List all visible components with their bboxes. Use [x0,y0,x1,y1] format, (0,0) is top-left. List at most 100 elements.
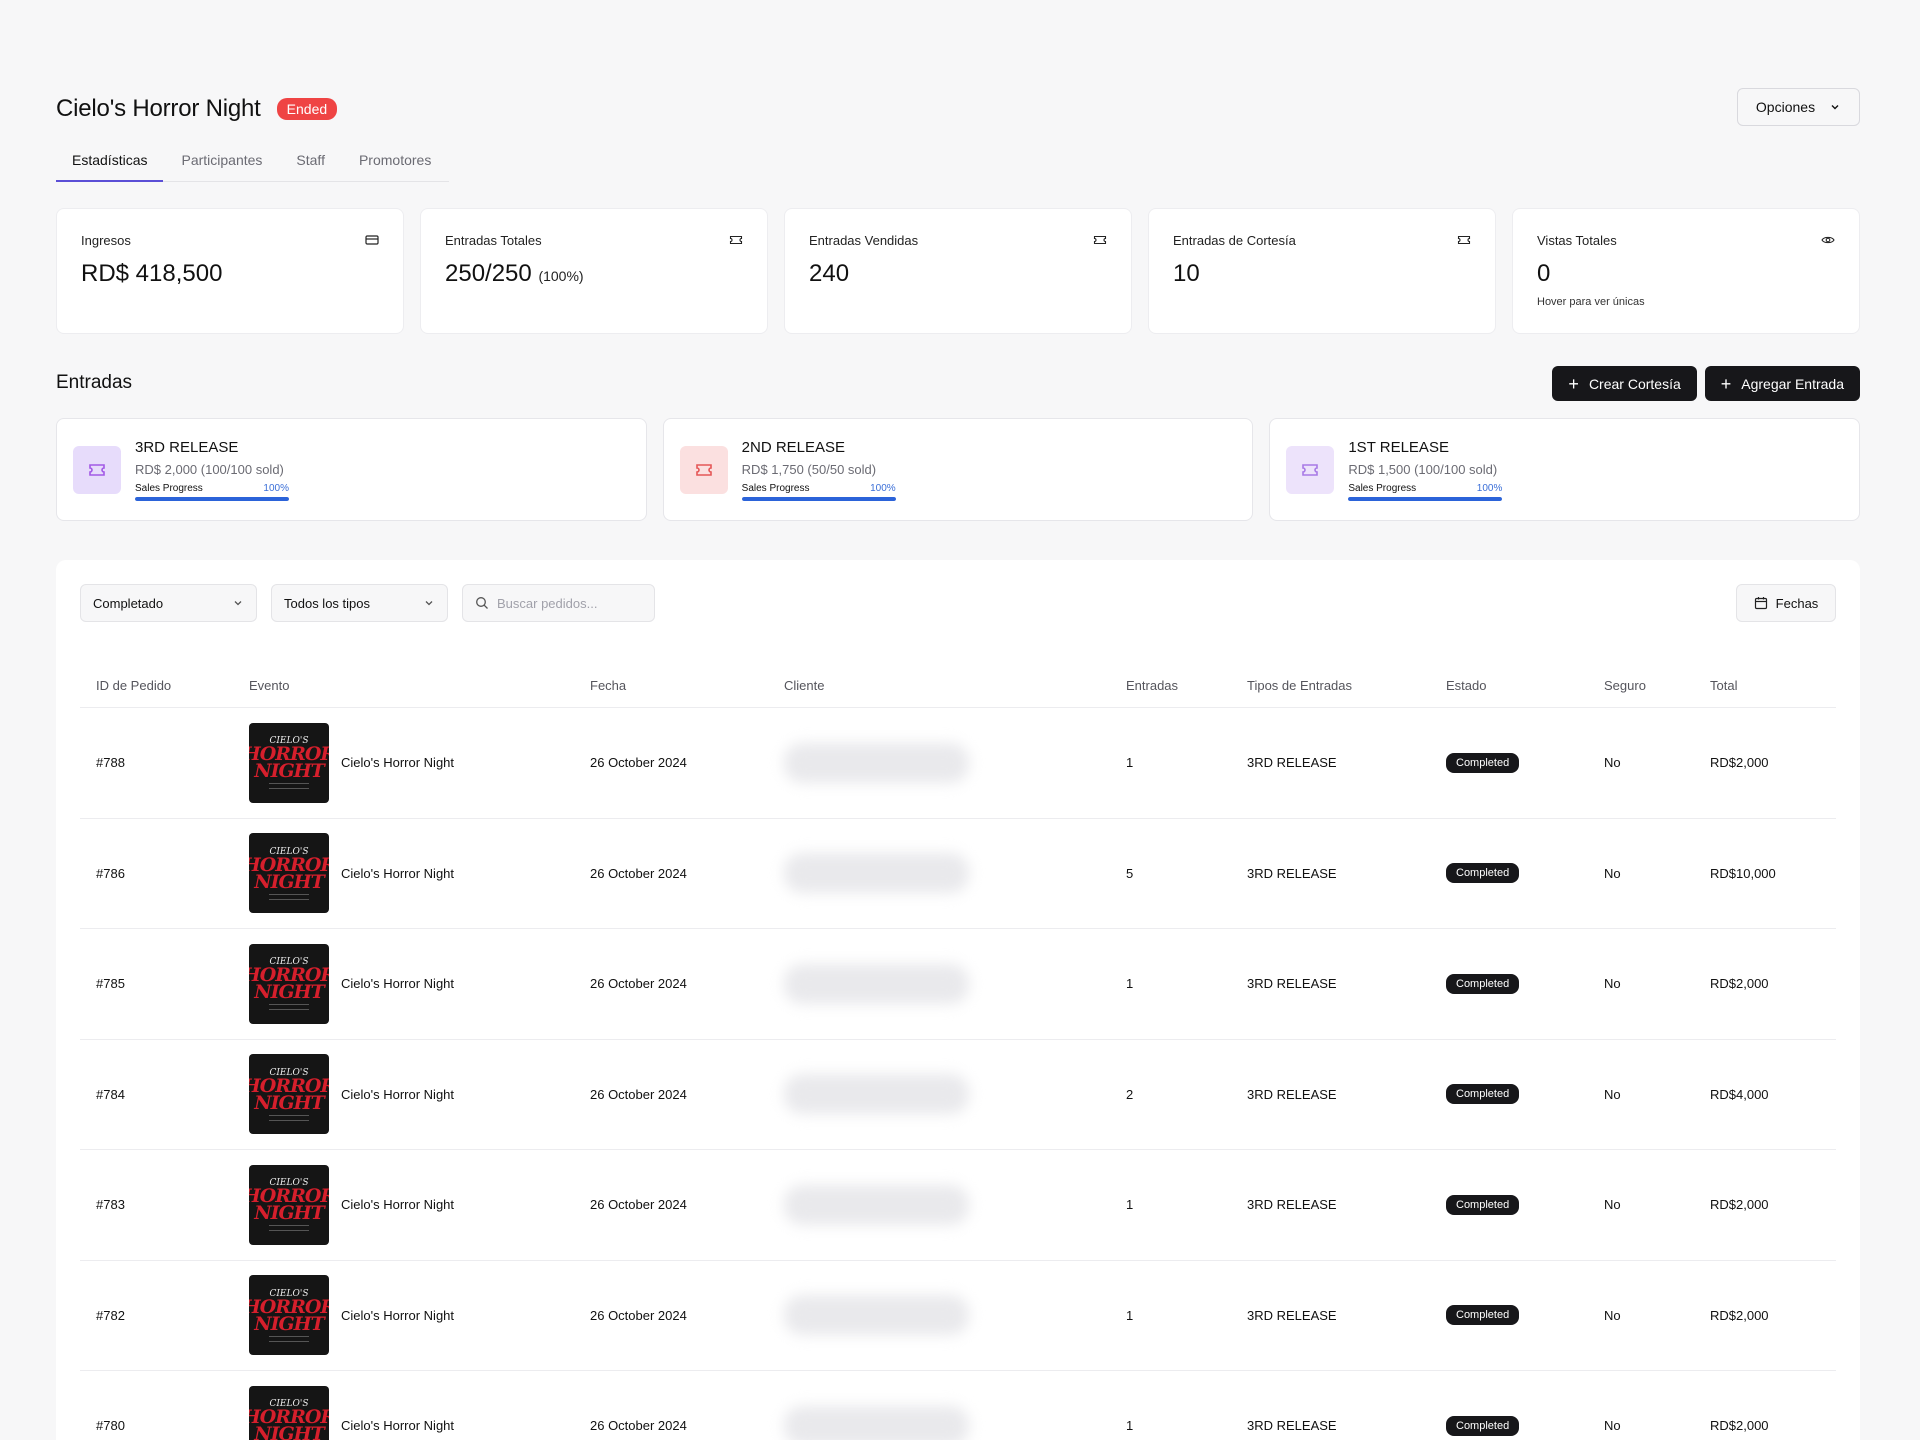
insurance: No [1588,818,1694,929]
stat-value: 0 [1537,260,1551,287]
options-dropdown[interactable]: Opciones [1737,88,1860,126]
ticket-quantity: 2 [1110,1039,1231,1150]
order-id[interactable]: #788 [80,707,233,819]
event-name: Cielo's Horror Night [341,865,455,881]
event-cell: CIELO'SHORROR NIGHT Cielo's Horror Night [233,1260,574,1371]
order-date: 26 October 2024 [574,707,768,819]
stat-card-entradas-vendidas: Entradas Vendidas 240 [784,208,1132,334]
search-input[interactable] [497,595,637,611]
orders-panel: Completado Todos los tipos Fechas [56,560,1860,1440]
status-badge: Completed [1446,973,1520,994]
status-filter-select[interactable]: Completado [80,584,257,622]
entradas-actions: + Crear Cortesía + Agregar Entrada [1552,366,1860,401]
orders-table-body: #788CIELO'SHORROR NIGHTCielo's Horror Ni… [80,707,1836,1440]
table-row[interactable]: #782CIELO'SHORROR NIGHT Cielo's Horror Ni… [80,1260,1836,1371]
tab-promotores[interactable]: Promotores [343,146,447,181]
ticket-card-1st-release[interactable]: 1ST RELEASE RD$ 1,500 (100/100 sold) Sal… [1269,418,1861,521]
event-cell: CIELO'SHORROR NIGHT Cielo's Horror Night [233,707,574,819]
event-thumbnail: CIELO'SHORROR NIGHT [249,1275,329,1356]
order-date: 26 October 2024 [574,928,768,1040]
status-badge: Completed [1446,1194,1520,1215]
table-row[interactable]: #786CIELO'SHORROR NIGHT Cielo's Horror Ni… [80,818,1836,929]
ticket-type: 3RD RELEASE [1231,1039,1430,1150]
column-header: Estado [1430,678,1588,708]
event-thumbnail: CIELO'SHORROR NIGHT [249,833,329,914]
table-row[interactable]: #784CIELO'SHORROR NIGHT Cielo's Horror Ni… [80,1039,1836,1150]
dates-filter-button[interactable]: Fechas [1736,584,1836,622]
calendar-icon [1754,597,1767,610]
status-badge: Completed [1446,1084,1520,1105]
ticket-card-3rd-release[interactable]: 3RD RELEASE RD$ 2,000 (100/100 sold) Sal… [56,418,647,521]
stat-label: Vistas Totales [1537,233,1617,248]
column-header: Total [1694,678,1836,708]
insurance: No [1588,1370,1694,1440]
progress-bar [1348,496,1503,501]
order-date: 26 October 2024 [574,1260,768,1371]
order-date: 26 October 2024 [574,1149,768,1261]
progress-percent: 100% [870,482,896,494]
table-row[interactable]: #780 CIELO'SHORROR NIGHT Cielo's Horror Ni… [80,1370,1836,1440]
stat-card-vistas-totales[interactable]: Vistas Totales 0 Hover para ver únicas [1512,208,1860,334]
order-total: RD$2,000 [1694,707,1836,819]
stat-hint: Hover para ver únicas [1537,296,1645,308]
search-icon [476,597,488,609]
insurance: No [1588,1149,1694,1261]
plus-icon: + [1720,373,1732,394]
column-header: Fecha [574,678,768,708]
search-box [462,584,655,622]
order-total: RD$2,000 [1694,1370,1836,1440]
table-row[interactable]: #785CIELO'SHORROR NIGHT Cielo's Horror Ni… [80,928,1836,1040]
stat-label: Entradas Vendidas [809,233,919,248]
add-ticket-button[interactable]: + Agregar Entrada [1704,366,1860,401]
progress-label: Sales Progress [741,482,810,494]
order-id[interactable]: #786 [80,818,233,929]
column-header: ID de Pedido [80,678,233,708]
progress-bar [135,496,289,501]
ticket-card-2nd-release[interactable]: 2ND RELEASE RD$ 1,750 (50/50 sold) Sales… [662,418,1254,521]
page-header: Cielo's Horror Night Ended Opciones [56,84,1860,134]
order-id[interactable]: #783 [80,1149,233,1261]
stat-value: 10 [1173,260,1200,287]
ticket-quantity: 1 [1110,1370,1231,1440]
event-name: Cielo's Horror Night [341,1197,455,1213]
ticket-type-icon [73,445,121,494]
table-row[interactable]: #788CIELO'SHORROR NIGHT Cielo's Horror Ni… [80,707,1836,819]
ticket-name: 3RD RELEASE [135,438,239,456]
ticket-quantity: 1 [1110,928,1231,1040]
event-name: Cielo's Horror Night [341,976,455,992]
order-id[interactable]: #782 [80,1260,233,1371]
table-row[interactable]: #783CIELO'SHORROR NIGHT Cielo's Horror Ni… [80,1149,1836,1261]
stat-label: Entradas Totales [445,233,542,248]
event-thumbnail: CIELO'SHORROR NIGHT [249,1054,329,1135]
stats-row: Ingresos RD$ 418,500 Entradas Totales 25… [56,208,1860,334]
type-filter-select[interactable]: Todos los tipos [271,584,448,622]
order-id[interactable]: #784 [80,1039,233,1150]
order-id[interactable]: #780 [80,1370,233,1440]
ticket-type: 3RD RELEASE [1231,707,1430,819]
tab-staff[interactable]: Staff [280,146,341,181]
customer-cell-blurred [768,707,1110,819]
column-header: Tipos de Entradas [1231,678,1430,708]
event-cell: CIELO'SHORROR NIGHT Cielo's Horror Night [233,1039,574,1150]
ticket-icon [729,235,743,245]
ticket-price: RD$ 2,000 (100/100 sold) [135,461,284,477]
ticket-icon [1093,235,1107,245]
order-total: RD$2,000 [1694,1149,1836,1261]
customer-cell-blurred [768,1039,1110,1150]
tab-participantes[interactable]: Participantes [165,146,278,181]
ticket-price: RD$ 1,750 (50/50 sold) [741,461,877,477]
order-total: RD$4,000 [1694,1039,1836,1150]
ticket-quantity: 1 [1110,1260,1231,1371]
insurance: No [1588,928,1694,1040]
insurance: No [1588,1039,1694,1150]
create-courtesy-button[interactable]: + Crear Cortesía [1552,366,1697,401]
progress-percent: 100% [1476,482,1503,494]
order-date: 26 October 2024 [574,1039,768,1150]
customer-cell-blurred [768,1149,1110,1261]
insurance: No [1588,1260,1694,1371]
order-id[interactable]: #785 [80,928,233,1040]
page-title: Cielo's Horror Night [56,95,261,122]
status-badge: Completed [1446,752,1520,773]
status-cell: Completed [1430,1149,1588,1261]
tab-estadisticas[interactable]: Estadísticas [56,146,164,182]
